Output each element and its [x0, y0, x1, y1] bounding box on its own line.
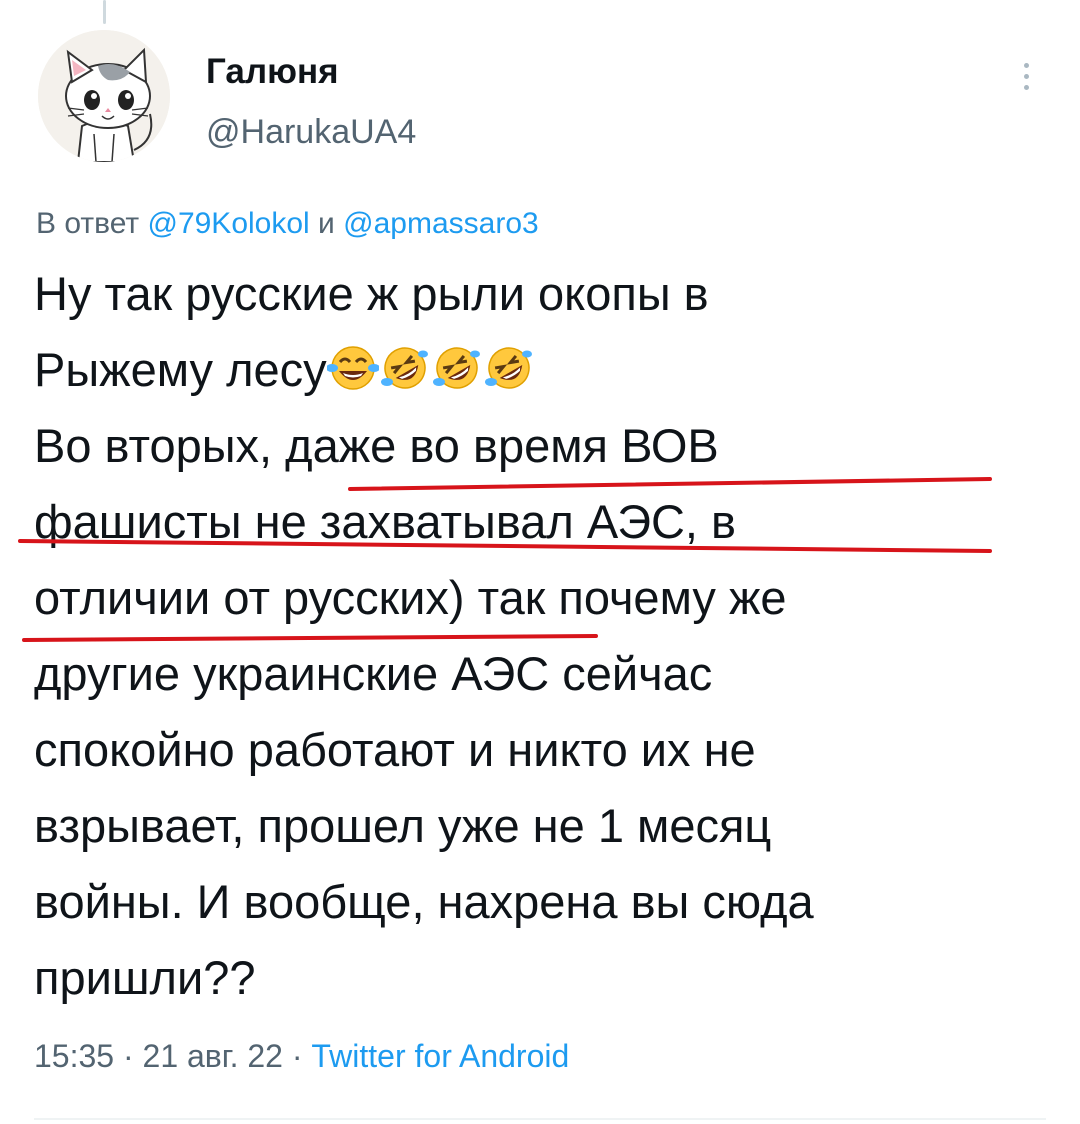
face-with-tears-of-joy-icon	[326, 344, 379, 392]
tweet-timestamp-line: 15:35 · 21 авг. 22 · Twitter for Android	[34, 1038, 569, 1075]
rolling-on-floor-laughing-icon	[483, 344, 535, 392]
reply-prefix: В ответ	[36, 207, 140, 240]
meta-separator: ·	[122, 1038, 134, 1074]
more-dot	[1023, 84, 1029, 90]
rolling-on-floor-laughing-icon	[379, 344, 431, 392]
more-dot	[1023, 62, 1029, 68]
tweet-line: другие украинские АЭС сейчас	[34, 647, 713, 700]
avatar[interactable]	[38, 30, 170, 162]
tweet-text: Ну так русские ж рыли окопы в Рыжему лес…	[34, 256, 1064, 1016]
thread-connector-line	[103, 0, 106, 24]
tweet-line: войны. И вообще, нахрена вы сюда	[34, 875, 814, 928]
tweet-line: отличии от русских) так почему же	[34, 571, 787, 624]
tweet-source-link[interactable]: Twitter for Android	[311, 1038, 569, 1074]
tweet-time[interactable]: 15:35	[34, 1038, 114, 1074]
divider	[34, 1118, 1046, 1120]
more-dot	[1023, 73, 1029, 79]
meta-separator: ·	[291, 1038, 303, 1074]
tweet-date[interactable]: 21 авг. 22	[143, 1038, 283, 1074]
mention-link-79kolokol[interactable]: @79Kolokol	[147, 207, 309, 240]
tweet-line-text: Рыжему лесу	[34, 343, 327, 396]
tweet-line: Рыжему лесу	[34, 332, 1064, 408]
mention-link-apmassaro3[interactable]: @apmassaro3	[343, 207, 539, 240]
author-display-name[interactable]: Галюня	[206, 52, 339, 92]
author-handle[interactable]: @HarukaUA4	[206, 113, 416, 152]
tweet-line: фашисты не захватывал АЭС, в	[34, 495, 737, 548]
replying-to-line: В ответ @79Kolokol и @apmassaro3	[36, 207, 539, 241]
tweet-line: Во вторых, даже во время ВОВ	[34, 419, 719, 472]
reply-conjunction: и	[318, 207, 335, 240]
tweet-line: взрывает, прошел уже не 1 месяц	[34, 799, 772, 852]
more-options-icon[interactable]	[1008, 56, 1044, 96]
rolling-on-floor-laughing-icon	[431, 344, 483, 392]
cartoon-cat-avatar-icon	[38, 30, 170, 162]
tweet-line: пришли??	[34, 951, 256, 1004]
tweet-line: Ну так русские ж рыли окопы в	[34, 267, 709, 320]
tweet-line: спокойно работают и никто их не	[34, 723, 756, 776]
